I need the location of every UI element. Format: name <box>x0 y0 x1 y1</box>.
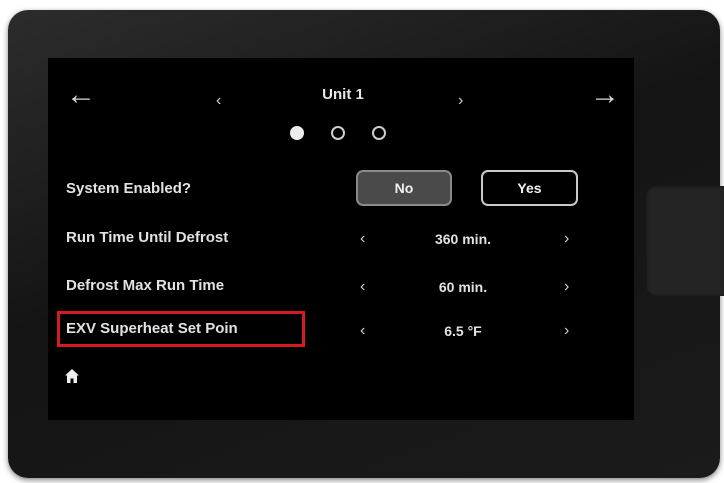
run-time-increment-chevron-icon[interactable]: › <box>564 230 569 248</box>
system-enabled-yes-button[interactable]: Yes <box>481 170 578 206</box>
home-icon[interactable] <box>64 368 80 384</box>
defrost-max-increment-chevron-icon[interactable]: › <box>564 278 569 296</box>
defrost-max-run-time-label: Defrost Max Run Time <box>66 277 225 294</box>
device-screen: ← ‹ Unit 1 › → System Enabled? No Yes Ru… <box>48 58 634 420</box>
system-enabled-no-button[interactable]: No <box>356 170 452 206</box>
exv-superheat-set-point-value: 6.5 °F <box>444 323 482 339</box>
next-unit-chevron-icon[interactable]: › <box>458 92 463 110</box>
exv-superheat-set-point-label: EXV Superheat Set Poin <box>66 320 238 337</box>
prev-unit-chevron-icon[interactable]: ‹ <box>216 92 221 110</box>
forward-arrow-icon[interactable]: → <box>590 80 620 110</box>
exv-increment-chevron-icon[interactable]: › <box>564 322 569 340</box>
exv-decrement-chevron-icon[interactable]: ‹ <box>360 322 365 340</box>
page-dot-2[interactable] <box>331 126 345 140</box>
run-time-until-defrost-value: 360 min. <box>434 231 492 247</box>
system-enabled-label: System Enabled? <box>66 180 192 197</box>
defrost-max-decrement-chevron-icon[interactable]: ‹ <box>360 278 365 296</box>
run-time-until-defrost-label: Run Time Until Defrost <box>66 229 229 246</box>
defrost-max-run-time-value: 60 min. <box>438 279 488 295</box>
device-side-tab <box>645 186 724 296</box>
page-dot-1-active[interactable] <box>290 126 304 140</box>
run-time-decrement-chevron-icon[interactable]: ‹ <box>360 230 365 248</box>
back-arrow-icon[interactable]: ← <box>66 80 96 110</box>
unit-title: Unit 1 <box>322 86 364 103</box>
page-dot-3[interactable] <box>372 126 386 140</box>
